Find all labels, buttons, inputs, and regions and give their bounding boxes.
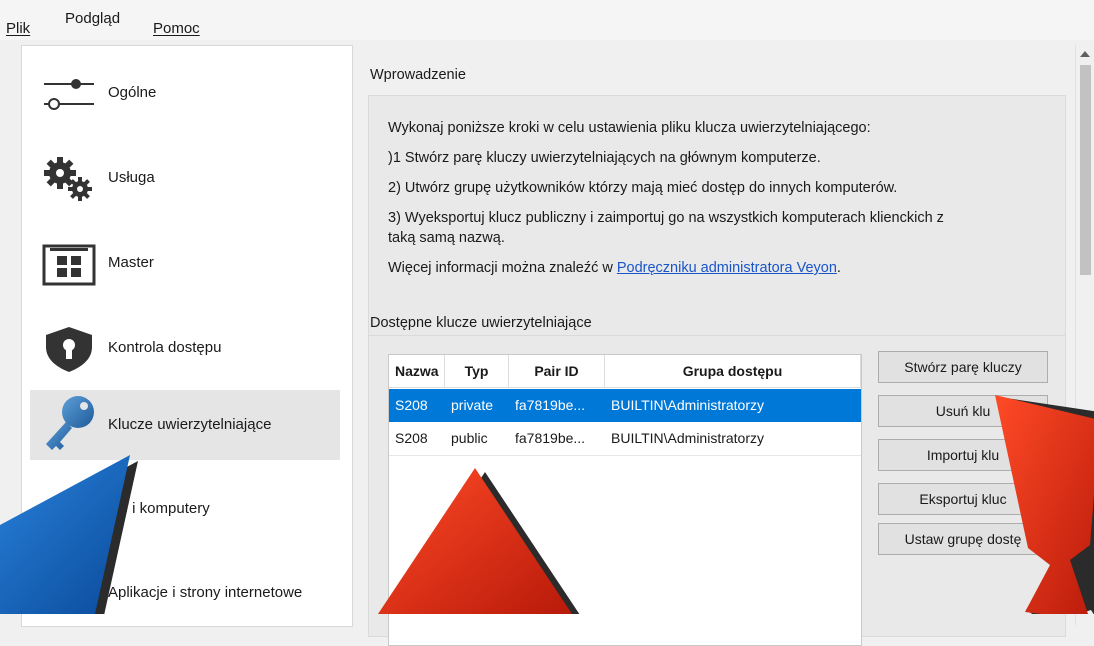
keys-group-title: Dostępne klucze uwierzytelniające	[370, 315, 592, 331]
sidebar-item-rooms-computers[interactable]: ale i komputery	[30, 474, 340, 544]
sidebar-item-label: Master	[108, 254, 154, 271]
intro-line: 3) Wyeksportuj klucz publiczny i zaimpor…	[388, 210, 944, 226]
sidebar-item-auth-keys[interactable]: Klucze uwierzytelniające	[30, 390, 340, 460]
column-header-access-group[interactable]: Grupa dostępu	[605, 355, 861, 388]
cell-name: S208	[395, 397, 428, 413]
intro-box: Wykonaj poniższe kroki w celu ustawienia…	[368, 95, 1066, 341]
scroll-thumb[interactable]	[1080, 65, 1091, 275]
sliders-icon	[44, 79, 94, 110]
intro-line: 2) Utwórz grupę użytkowników którzy mają…	[388, 180, 898, 196]
grid-window-icon	[42, 244, 96, 286]
table-row[interactable]: S208 public fa7819be... BUILTIN\Administ…	[389, 422, 861, 456]
intro-line: Wykonaj poniższe kroki w celu ustawienia…	[388, 120, 871, 136]
sidebar-item-master[interactable]: Master	[30, 228, 340, 298]
vertical-scrollbar[interactable]	[1075, 45, 1094, 625]
sidebar-item-access-control[interactable]: Kontrola dostępu	[30, 313, 340, 383]
sidebar-item-label: Aplikacje i strony internetowe	[108, 584, 303, 601]
column-header-type[interactable]: Typ	[445, 355, 509, 388]
set-access-group-button[interactable]: Ustaw grupę dostę	[878, 523, 1048, 555]
cell-access-group: BUILTIN\Administratorzy	[611, 397, 764, 413]
menu-view[interactable]: Podgląd	[65, 10, 120, 27]
sidebar-item-label: Kontrola dostępu	[108, 339, 222, 356]
table-row[interactable]: S208 private fa7819be... BUILTIN\Adminis…	[389, 389, 861, 422]
menu-bar: Plik Podgląd Pomoc	[0, 0, 1094, 40]
sidebar: Ogólne Usługa Master Kontrola dostępu Kl…	[21, 45, 353, 627]
sidebar-item-apps-websites[interactable]: Aplikacje i strony internetowe	[30, 558, 340, 628]
intro-group-title: Wprowadzenie	[370, 67, 466, 83]
sidebar-item-service[interactable]: Usługa	[30, 143, 340, 213]
keys-table: Nazwa Typ Pair ID Grupa dostępu S208 pri…	[388, 354, 862, 646]
cell-access-group: BUILTIN\Administratorzy	[611, 430, 764, 446]
cell-pair-id: fa7819be...	[515, 430, 586, 446]
delete-key-button[interactable]: Usuń klu	[878, 395, 1048, 427]
key-icon	[46, 396, 94, 450]
import-key-button[interactable]: Importuj klu	[878, 439, 1048, 471]
sidebar-item-label: Usługa	[108, 169, 155, 186]
intro-line: )1 Stwórz parę kluczy uwierzytelniającyc…	[388, 150, 821, 166]
cell-pair-id: fa7819be...	[515, 397, 586, 413]
intro-more: Więcej informacji można znaleźć w Podręc…	[388, 260, 841, 276]
column-header-pair-id[interactable]: Pair ID	[509, 355, 605, 388]
table-header: Nazwa Typ Pair ID Grupa dostępu	[389, 355, 861, 388]
sidebar-item-label: ale i komputery	[108, 500, 210, 517]
sidebar-item-label: Klucze uwierzytelniające	[108, 416, 272, 433]
shield-keyhole-icon	[46, 327, 92, 372]
scroll-up-arrow-icon[interactable]	[1080, 51, 1090, 57]
column-header-name[interactable]: Nazwa	[389, 355, 445, 388]
main-panel: Wprowadzenie Wykonaj poniższe kroki w ce…	[358, 45, 1074, 646]
sidebar-item-general[interactable]: Ogólne	[30, 58, 340, 128]
intro-line: taką samą nazwą.	[388, 230, 505, 246]
admin-manual-link[interactable]: Podręczniku administratora Veyon	[617, 260, 837, 276]
cell-type: public	[451, 430, 488, 446]
cell-type: private	[451, 397, 494, 413]
export-key-button[interactable]: Eksportuj kluc	[878, 483, 1048, 515]
sidebar-item-label: Ogólne	[108, 84, 157, 101]
gears-icon	[44, 157, 92, 201]
cell-name: S208	[395, 430, 428, 446]
create-key-pair-button[interactable]: Stwórz parę kluczy	[878, 351, 1048, 383]
